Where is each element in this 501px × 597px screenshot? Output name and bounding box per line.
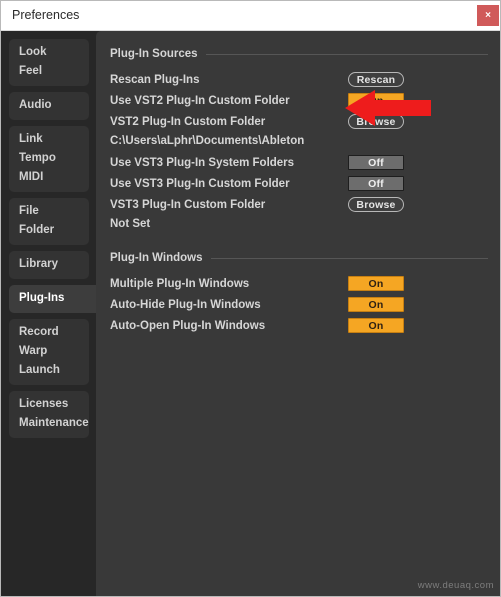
action-button[interactable]: Browse bbox=[348, 114, 404, 129]
setting-row: Use VST3 Plug-In Custom Folder Off bbox=[110, 176, 488, 192]
setting-row: Use VST2 Plug-In Custom Folder On bbox=[110, 93, 488, 109]
sidebar-group-2: Link Tempo MIDI bbox=[9, 126, 89, 192]
sidebar-group-0: Look Feel bbox=[9, 39, 89, 86]
toggle-button[interactable]: Off bbox=[348, 176, 404, 191]
sidebar-item-launch[interactable]: Launch bbox=[9, 361, 89, 380]
toggle-button[interactable]: On bbox=[348, 318, 404, 333]
setting-label: Rescan Plug-Ins bbox=[110, 74, 200, 86]
close-icon[interactable]: × bbox=[477, 5, 499, 26]
sidebar-item-maintenance[interactable]: Maintenance bbox=[9, 414, 89, 433]
setting-row: Rescan Plug-Ins Rescan bbox=[110, 72, 488, 88]
section-header: Plug-In Sources bbox=[110, 48, 488, 60]
sidebar-item-tempo[interactable]: Tempo bbox=[9, 149, 89, 168]
toggle-button[interactable]: On bbox=[348, 276, 404, 291]
sidebar-item-file[interactable]: File bbox=[9, 202, 89, 221]
sidebar-item-look[interactable]: Look bbox=[9, 43, 89, 62]
setting-label: Auto-Open Plug-In Windows bbox=[110, 320, 266, 332]
sidebar-group-1: Audio bbox=[9, 92, 89, 120]
sidebar-item-library[interactable]: Library bbox=[9, 255, 89, 274]
section-title: Plug-In Sources bbox=[110, 48, 198, 60]
setting-label: VST3 Plug-In Custom Folder bbox=[110, 199, 266, 211]
folder-path-value: Not Set bbox=[110, 218, 151, 230]
sidebar-item-record[interactable]: Record bbox=[9, 323, 89, 342]
setting-row: Multiple Plug-In Windows On bbox=[110, 276, 488, 292]
preferences-window: Preferences × Look Feel Audio Link Tempo MIDI… bbox=[0, 0, 501, 597]
setting-label: Use VST2 Plug-In Custom Folder bbox=[110, 95, 290, 107]
setting-row: VST3 Plug-In Custom Folder Browse bbox=[110, 197, 488, 213]
toggle-button[interactable]: Off bbox=[348, 155, 404, 170]
toggle-button[interactable]: On bbox=[348, 93, 404, 108]
section-title: Plug-In Windows bbox=[110, 252, 203, 264]
sidebar-item-warp[interactable]: Warp bbox=[9, 342, 89, 361]
sidebar-item-licenses[interactable]: Licenses bbox=[9, 395, 89, 414]
folder-path-value: C:\Users\aLphr\Documents\Ableton bbox=[110, 135, 305, 147]
sidebar-group-7: Licenses Maintenance bbox=[9, 391, 89, 438]
sidebar-item-plug-ins[interactable]: Plug-Ins bbox=[9, 289, 96, 308]
action-button[interactable]: Browse bbox=[348, 197, 404, 212]
toggle-button[interactable]: On bbox=[348, 297, 404, 312]
setting-label: Use VST3 Plug-In Custom Folder bbox=[110, 178, 290, 190]
sidebar-group-6: Record Warp Launch bbox=[9, 319, 89, 385]
setting-label: Multiple Plug-In Windows bbox=[110, 278, 250, 290]
setting-row: VST2 Plug-In Custom Folder Browse bbox=[110, 114, 488, 130]
window-title: Preferences bbox=[12, 8, 80, 22]
setting-label: Auto-Hide Plug-In Windows bbox=[110, 299, 261, 311]
sidebar-group-3: File Folder bbox=[9, 198, 89, 245]
sidebar-group-5: Plug-Ins bbox=[9, 285, 96, 313]
window-body: Look Feel Audio Link Tempo MIDI File Folder Libr… bbox=[1, 31, 500, 596]
setting-label: Use VST3 Plug-In System Folders bbox=[110, 157, 295, 169]
section-divider bbox=[210, 257, 488, 259]
sidebar: Look Feel Audio Link Tempo MIDI File Folder Libr… bbox=[1, 31, 96, 596]
section-divider bbox=[205, 53, 488, 55]
setting-row: Use VST3 Plug-In System Folders Off bbox=[110, 155, 488, 171]
sidebar-item-midi[interactable]: MIDI bbox=[9, 168, 89, 187]
sidebar-item-audio[interactable]: Audio bbox=[9, 96, 89, 115]
sidebar-group-4: Library bbox=[9, 251, 89, 279]
sidebar-item-feel[interactable]: Feel bbox=[9, 62, 89, 81]
watermark: www.deuaq.com bbox=[417, 580, 494, 591]
sidebar-item-link[interactable]: Link bbox=[9, 130, 89, 149]
setting-label: VST2 Plug-In Custom Folder bbox=[110, 116, 266, 128]
setting-row: Auto-Open Plug-In Windows On bbox=[110, 318, 488, 334]
settings-panel: Plug-In Sources Rescan Plug-Ins Rescan Use … bbox=[96, 31, 500, 596]
title-bar: Preferences × bbox=[1, 1, 500, 31]
section-header: Plug-In Windows bbox=[110, 252, 488, 264]
action-button[interactable]: Rescan bbox=[348, 72, 404, 87]
sidebar-item-folder[interactable]: Folder bbox=[9, 221, 89, 240]
setting-row: Auto-Hide Plug-In Windows On bbox=[110, 297, 488, 313]
